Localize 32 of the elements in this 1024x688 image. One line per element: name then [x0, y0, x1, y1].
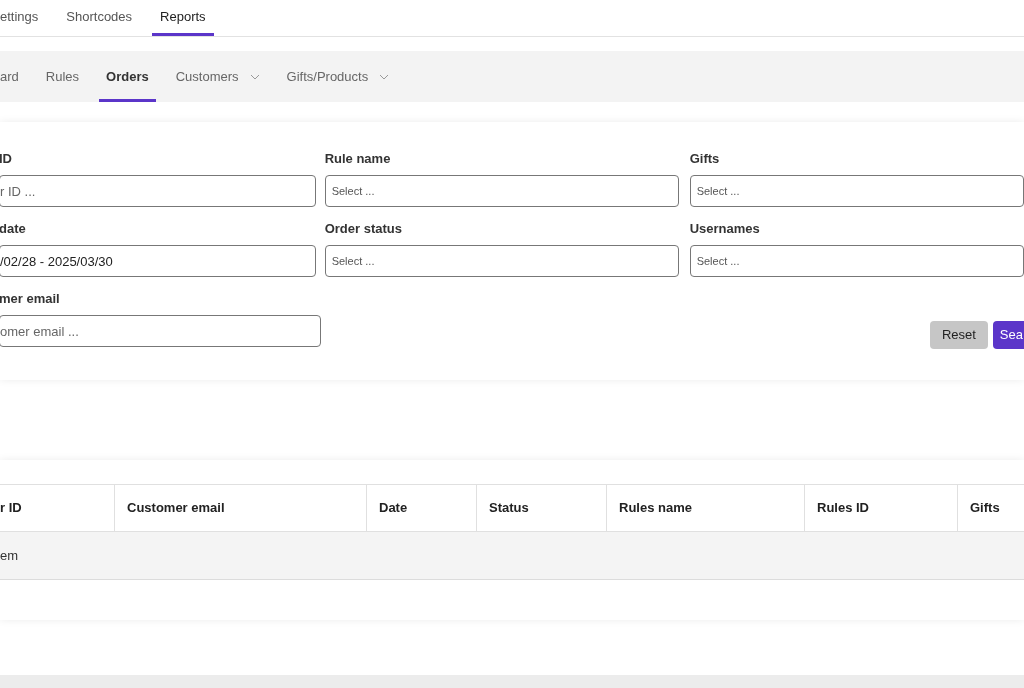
select-field[interactable]: Select ... [324, 175, 679, 207]
field-label: Gifts [689, 150, 721, 168]
field-label: mer email [0, 290, 61, 308]
field-label: Rule name [324, 150, 392, 168]
search-button[interactable]: Sea [992, 321, 1024, 349]
select-field[interactable]: Select ... [689, 245, 1024, 277]
field-label: ID [0, 150, 13, 168]
sub-tab[interactable]: Orders [99, 51, 156, 102]
field-label: Order status [324, 220, 403, 238]
column-header: Customer email [114, 485, 366, 531]
column-header: Gifts [957, 485, 1024, 531]
input-field[interactable]: /02/28 - 2025/03/30 [0, 245, 316, 277]
select-field[interactable]: Select ... [324, 245, 679, 277]
top-tab[interactable]: Reports [152, 0, 214, 36]
reset-button[interactable]: Reset [929, 321, 988, 349]
sub-tab[interactable]: Customers [175, 51, 260, 102]
column-header: Rules name [606, 485, 804, 531]
select-field[interactable]: Select ... [689, 175, 1024, 207]
sub-tab[interactable]: Gifts/Products [286, 51, 390, 102]
sub-tab[interactable]: Rules [45, 51, 80, 102]
column-header: Date [366, 485, 476, 531]
column-header: Rules ID [804, 485, 957, 531]
column-header: Status [476, 485, 606, 531]
sub-tab[interactable]: ard [0, 51, 19, 102]
empty-message: em [0, 546, 19, 565]
field-label: date [0, 220, 27, 238]
top-tab[interactable]: Shortcodes [66, 0, 133, 36]
column-header: r ID [0, 499, 23, 518]
top-tab[interactable]: ettings [0, 0, 39, 36]
input-field[interactable]: omer email ... [0, 315, 321, 347]
input-field[interactable]: r ID ... [0, 175, 316, 207]
field-label: Usernames [689, 220, 761, 238]
